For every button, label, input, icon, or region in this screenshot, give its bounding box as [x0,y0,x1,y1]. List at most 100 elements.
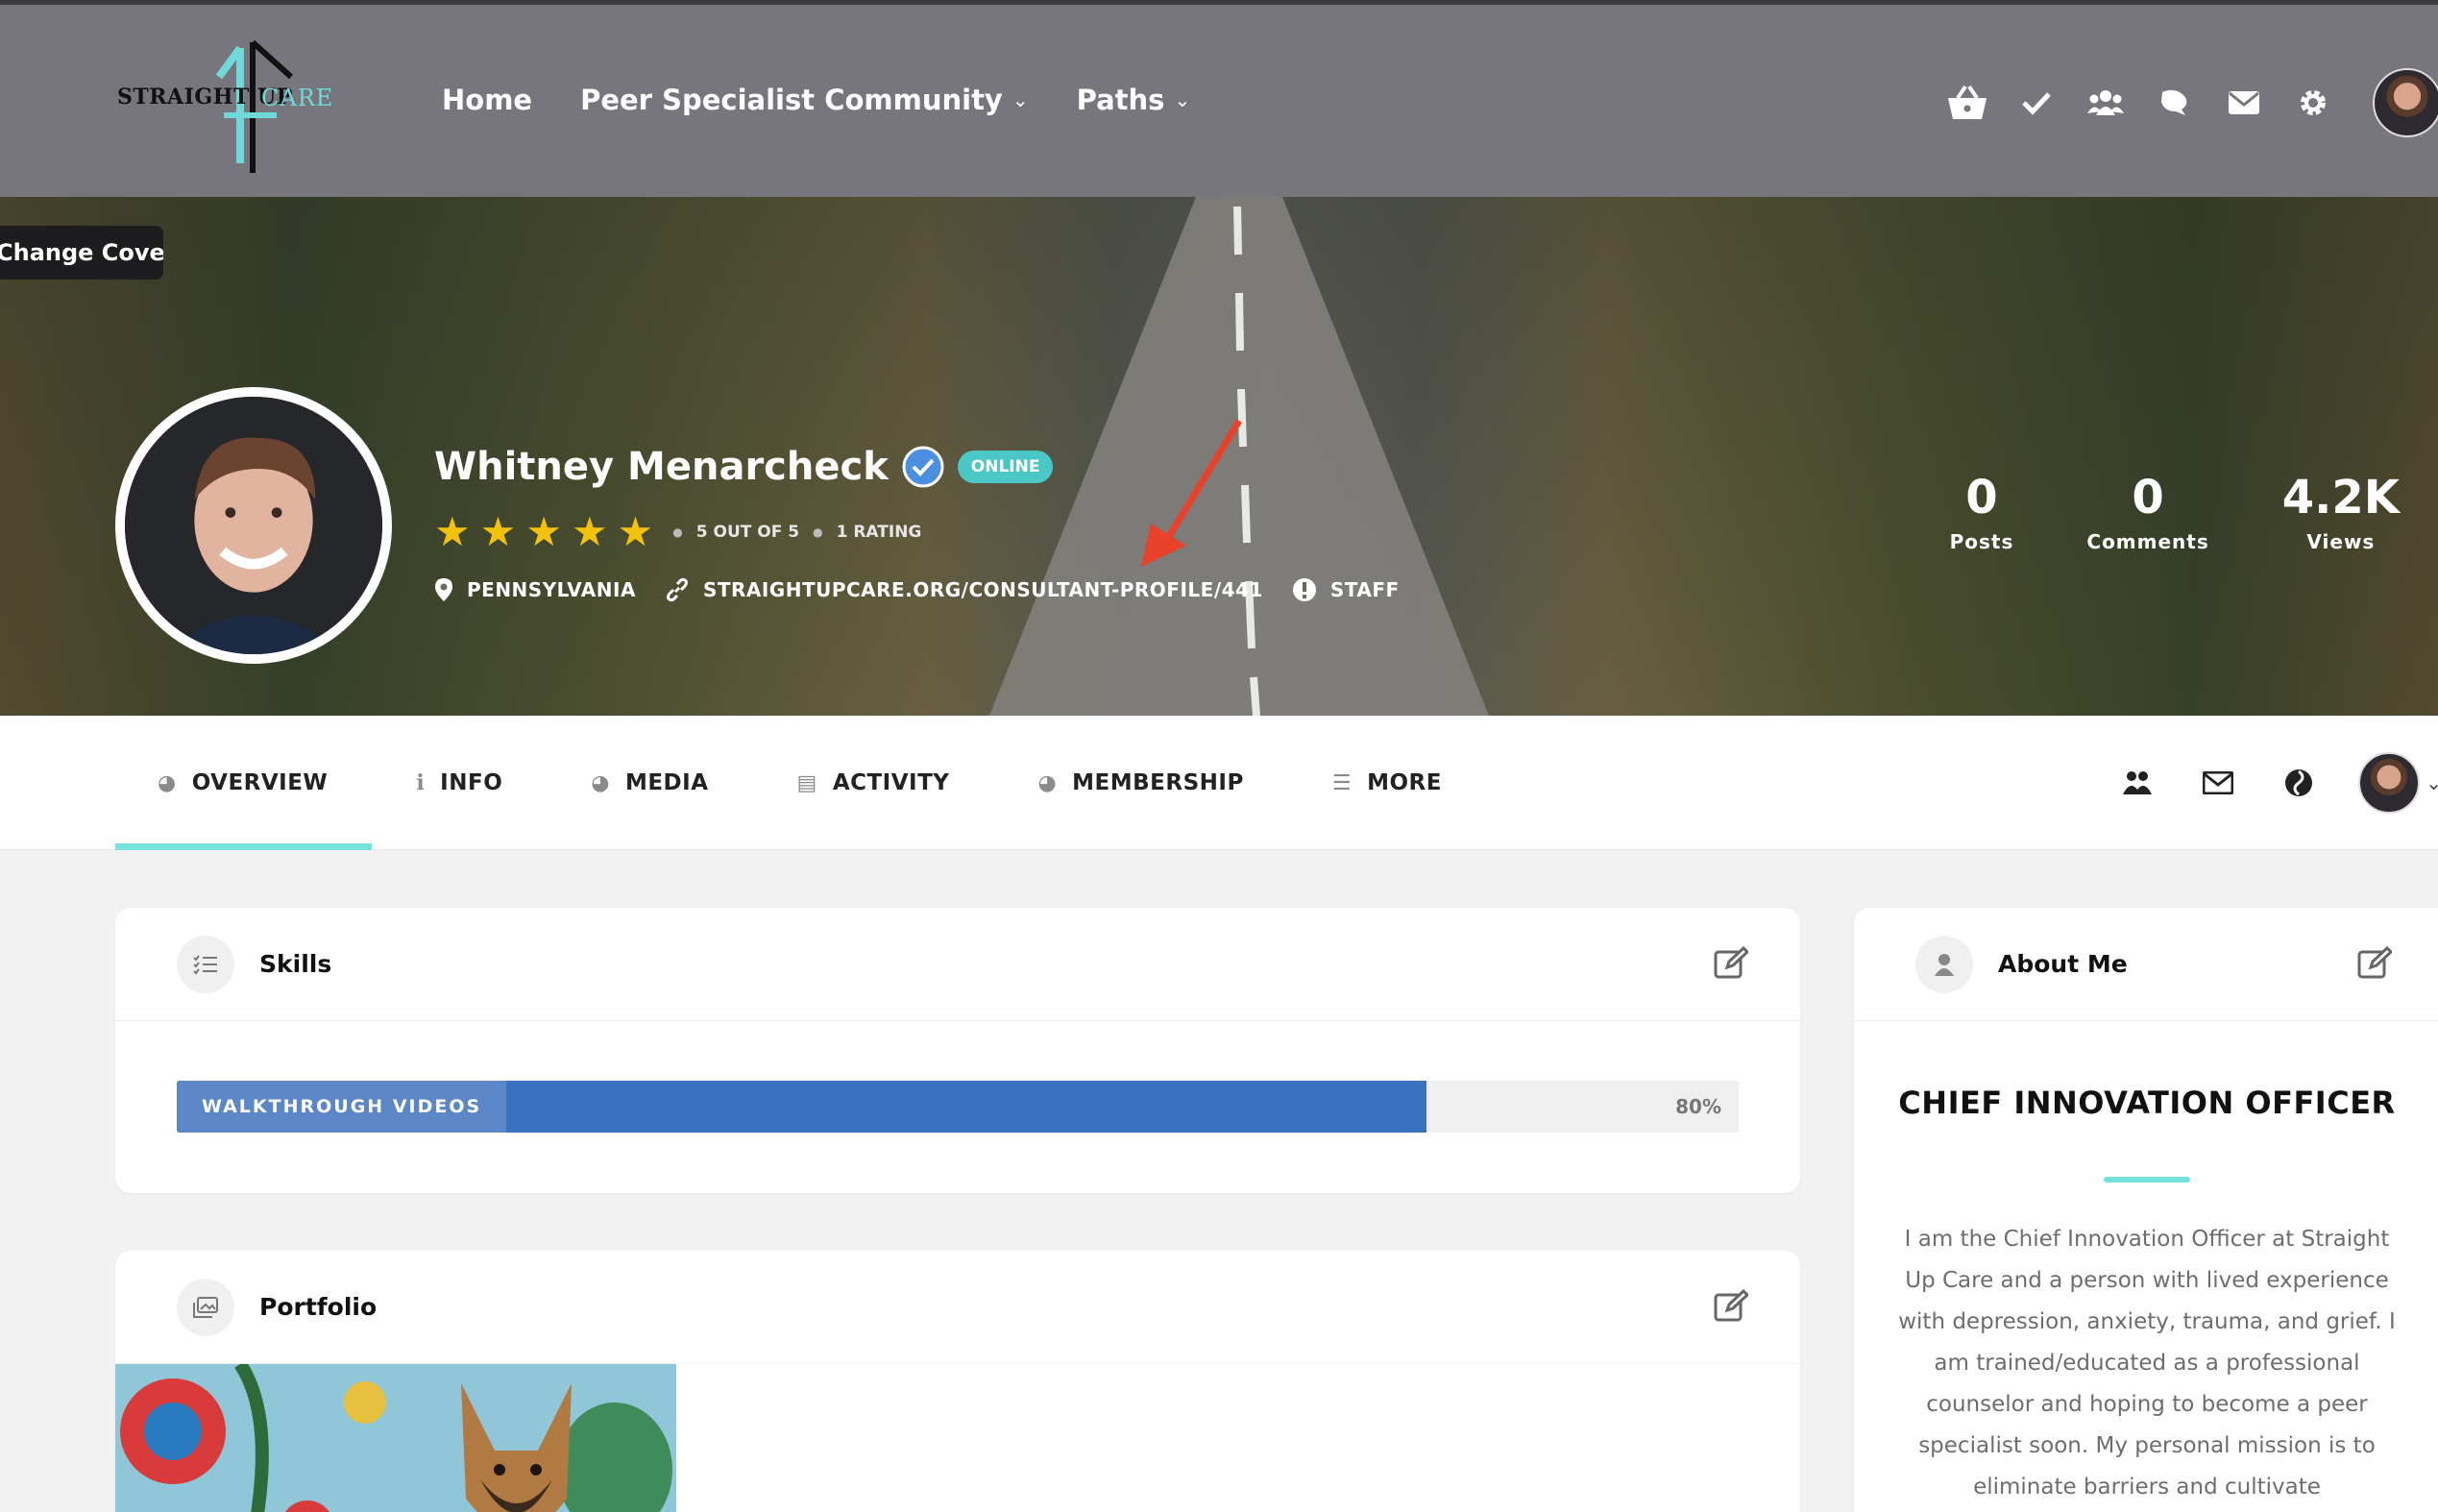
checklist-icon [177,935,234,993]
star-icon: ★ [434,508,471,555]
skills-card-header: Skills [115,908,1800,1021]
id-card-icon: ▤ [796,770,817,795]
rating-meta: ● 5 OUT OF 5 ● 1 RATING [672,523,921,542]
tab-media-label: MEDIA [624,770,709,795]
gear-icon[interactable] [2279,68,2348,137]
profile-url-link[interactable]: STRAIGHTUPCARE.ORG/CONSULTANT-PROFILE/44… [703,578,1263,601]
tab-more-label: MORE [1367,770,1442,795]
stat-views-number: 4.2K [2281,471,2400,524]
stat-views-label: Views [2306,530,2376,553]
skill-label: WALKTHROUGH VIDEOS [177,1081,507,1133]
star-icon: ★ [525,508,562,555]
rating-row: ★ ★ ★ ★ ★ ● 5 OUT OF 5 ● 1 RATING [434,512,921,552]
about-card-header: About Me [1854,908,2438,1021]
tab-activity[interactable]: ▤ ACTIVITY [753,716,994,850]
profile-action-icons: ⌄ [2116,752,2438,814]
site-logo[interactable]: STRAIGHT UP CARE [113,38,344,178]
profile-options-dropdown[interactable]: ⌄ [2358,752,2438,814]
portfolio-image [115,1364,676,1512]
logo-text-right: CARE [261,85,334,111]
star-icon: ★ [617,508,654,555]
nav-paths-label: Paths [1076,84,1165,116]
portfolio-title: Portfolio [259,1293,378,1321]
follow-globe-icon[interactable] [2278,762,2320,804]
tab-more[interactable]: ☰ MORE [1288,716,1486,850]
chevron-down-icon: ⌄ [1174,88,1191,111]
verified-badge-icon [902,446,944,488]
info-icon: i [416,770,426,795]
tab-info-label: INFO [440,770,503,795]
edit-icon[interactable] [2357,946,2392,981]
comments-icon[interactable] [2140,68,2209,137]
tab-activity-label: ACTIVITY [832,770,950,795]
basket-icon[interactable] [1933,68,2002,137]
gallery-icon [177,1278,234,1336]
profile-photo[interactable] [115,387,392,664]
check-icon[interactable] [2002,68,2071,137]
stat-comments-number: 0 [2132,471,2164,524]
stat-posts[interactable]: 0 Posts [1950,471,2014,553]
role-text: STAFF [1329,578,1400,601]
skill-percent: 80% [1675,1095,1721,1118]
tab-media[interactable]: ◕ MEDIA [547,716,752,850]
nav-peer-community-label: Peer Specialist Community [580,84,1003,116]
profile-stats: 0 Posts 0 Comments 4.2K Views [1950,471,2400,553]
mail-icon[interactable] [2209,68,2279,137]
main-nav: Home Peer Specialist Community ⌄ Paths ⌄ [442,84,1190,116]
tab-membership-label: MEMBERSHIP [1072,770,1244,795]
map-pin-icon [435,578,452,601]
online-status-badge: ONLINE [957,451,1054,483]
annotation-arrow-icon [1141,419,1242,567]
about-text: I am the Chief Innovation Officer at Str… [1898,1227,2396,1500]
chevron-down-icon: ⌄ [1012,88,1029,111]
stat-comments-label: Comments [2086,530,2209,553]
separator-dot: ● [813,525,823,539]
profile-tabs: ◕ OVERVIEW i INFO ◕ MEDIA ▤ ACTIVITY ◕ MEMBER… [115,716,1486,850]
groups-icon[interactable] [2071,68,2140,137]
friends-icon[interactable] [2116,762,2158,804]
tab-overview-label: OVERVIEW [191,770,329,795]
stat-views[interactable]: 4.2K Views [2282,471,2400,553]
stat-posts-number: 0 [1965,471,1998,524]
globe-icon: ◕ [158,770,177,795]
nav-home[interactable]: Home [442,84,532,116]
skill-progress-bar: WALKTHROUGH VIDEOS 80% [177,1081,1739,1133]
profile-portrait-image [125,397,382,654]
portfolio-thumbnail[interactable] [115,1364,676,1512]
link-icon [666,577,688,602]
tab-info[interactable]: i INFO [372,716,547,850]
tab-overview[interactable]: ◕ OVERVIEW [115,716,373,850]
stat-comments[interactable]: 0 Comments [2086,471,2208,553]
separator-dot: ● [672,525,683,539]
header-icons [1933,68,2438,137]
tab-membership[interactable]: ◕ MEMBERSHIP [993,716,1287,850]
about-me-card: About Me CHIEF INNOVATION OFFICER I am t… [1854,908,2438,1512]
nav-peer-specialist-community[interactable]: Peer Specialist Community ⌄ [580,84,1029,116]
portfolio-card-header: Portfolio [115,1251,1800,1364]
chevron-down-icon: ⌄ [2426,771,2438,794]
location-text: PENNSYLVANIA [467,578,636,601]
user-avatar[interactable] [2373,68,2438,137]
rating-count[interactable]: 1 RATING [837,523,922,542]
user-icon [1915,935,1973,993]
nav-paths[interactable]: Paths ⌄ [1077,84,1191,116]
profile-name: Whitney Menarcheck [434,445,889,489]
star-icon: ★ [479,508,517,555]
location-item: PENNSYLVANIA [434,577,636,602]
profile-cover: Change Cover Whitney Menarcheck ONLINE ★… [0,197,2438,716]
edit-icon[interactable] [1714,946,1748,981]
change-cover-button[interactable]: Change Cover [0,226,163,280]
exclamation-circle-icon [1292,578,1316,601]
skills-title: Skills [259,950,332,978]
top-header: STRAIGHT UP CARE Home Peer Specialist Co… [0,0,2438,197]
rating-text: 5 OUT OF 5 [695,523,800,542]
skills-card: Skills WALKTHROUGH VIDEOS 80% [115,908,1800,1193]
profile-url-item[interactable]: STRAIGHTUPCARE.ORG/CONSULTANT-PROFILE/44… [665,577,1263,602]
role-item: STAFF [1292,577,1400,602]
portfolio-card: Portfolio [115,1251,1800,1512]
edit-icon[interactable] [1714,1289,1748,1324]
about-heading: CHIEF INNOVATION OFFICER [1898,1085,2396,1121]
about-title: About Me [1998,950,2128,978]
globe-icon: ◕ [591,770,610,795]
message-icon[interactable] [2197,762,2239,804]
